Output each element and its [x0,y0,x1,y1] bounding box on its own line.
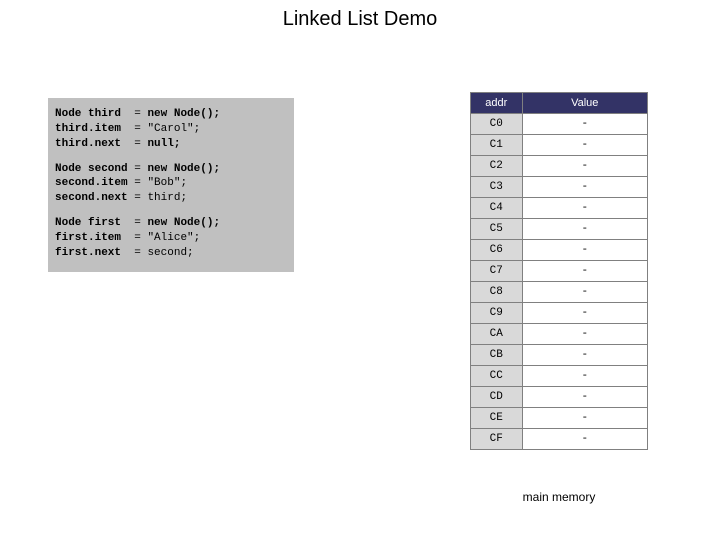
code-lhs: first.item [55,232,128,244]
table-row: CB- [471,345,648,366]
code-line: third.item = "Carol"; [55,122,287,137]
addr-cell: CD [471,387,523,408]
value-cell: - [522,198,647,219]
table-row: CC- [471,366,648,387]
addr-cell: C4 [471,198,523,219]
addr-cell: C6 [471,240,523,261]
table-row: C5- [471,219,648,240]
table-row: C4- [471,198,648,219]
code-line: first.next = second; [55,246,287,261]
code-rhs: new Node(); [147,163,220,175]
code-rhs: third; [147,192,187,204]
addr-cell: CB [471,345,523,366]
code-line: Node second = new Node(); [55,162,287,177]
table-row: C9- [471,303,648,324]
code-rhs: new Node(); [147,108,220,120]
code-rhs: new Node(); [147,217,220,229]
code-rhs: second; [147,247,193,259]
value-cell: - [522,387,647,408]
addr-cell: CF [471,429,523,450]
table-row: C6- [471,240,648,261]
code-lhs: second.next [55,192,128,204]
code-line: Node third = new Node(); [55,107,287,122]
code-rhs: "Bob"; [147,177,187,189]
value-cell: - [522,366,647,387]
value-cell: - [522,345,647,366]
table-row: C0- [471,114,648,135]
table-row: C2- [471,156,648,177]
code-block: Node second = new Node(); second.item = … [55,162,287,207]
table-row: C7- [471,261,648,282]
code-lhs: second.item [55,177,128,189]
addr-cell: C8 [471,282,523,303]
code-lhs: first.next [55,247,128,259]
value-cell: - [522,303,647,324]
addr-cell: C2 [471,156,523,177]
value-cell: - [522,219,647,240]
code-lhs: Node first [55,217,128,229]
value-cell: - [522,282,647,303]
addr-cell: C1 [471,135,523,156]
value-cell: - [522,261,647,282]
code-line: Node first = new Node(); [55,216,287,231]
addr-cell: CA [471,324,523,345]
table-header-row: addr Value [471,93,648,114]
value-cell: - [522,114,647,135]
addr-cell: CC [471,366,523,387]
value-cell: - [522,324,647,345]
addr-cell: C3 [471,177,523,198]
page-title: Linked List Demo [0,8,720,31]
code-line: second.next = third; [55,191,287,206]
code-lhs: third.next [55,138,128,150]
col-value: Value [522,93,647,114]
code-block: Node first = new Node(); first.item = "A… [55,216,287,261]
code-line: second.item = "Bob"; [55,176,287,191]
code-line: first.item = "Alice"; [55,231,287,246]
table-row: CD- [471,387,648,408]
value-cell: - [522,156,647,177]
value-cell: - [522,177,647,198]
table-row: C1- [471,135,648,156]
addr-cell: C9 [471,303,523,324]
memory-caption: main memory [470,490,648,504]
value-cell: - [522,429,647,450]
addr-cell: C7 [471,261,523,282]
value-cell: - [522,135,647,156]
col-addr: addr [471,93,523,114]
code-block: Node third = new Node(); third.item = "C… [55,107,287,152]
code-lhs: third.item [55,123,128,135]
table-row: CA- [471,324,648,345]
slide: Linked List Demo Node third = new Node()… [0,0,720,540]
memory-table: addr Value C0-C1-C2-C3-C4-C5-C6-C7-C8-C9… [470,92,648,450]
addr-cell: C0 [471,114,523,135]
code-listing: Node third = new Node(); third.item = "C… [48,98,294,272]
addr-cell: CE [471,408,523,429]
table-row: C3- [471,177,648,198]
code-rhs: "Alice"; [147,232,200,244]
code-rhs: "Carol"; [147,123,200,135]
value-cell: - [522,240,647,261]
code-line: third.next = null; [55,137,287,152]
code-lhs: Node third [55,108,128,120]
table-row: CF- [471,429,648,450]
table-row: CE- [471,408,648,429]
addr-cell: C5 [471,219,523,240]
value-cell: - [522,408,647,429]
table-row: C8- [471,282,648,303]
code-rhs: null; [147,138,180,150]
code-lhs: Node second [55,163,128,175]
